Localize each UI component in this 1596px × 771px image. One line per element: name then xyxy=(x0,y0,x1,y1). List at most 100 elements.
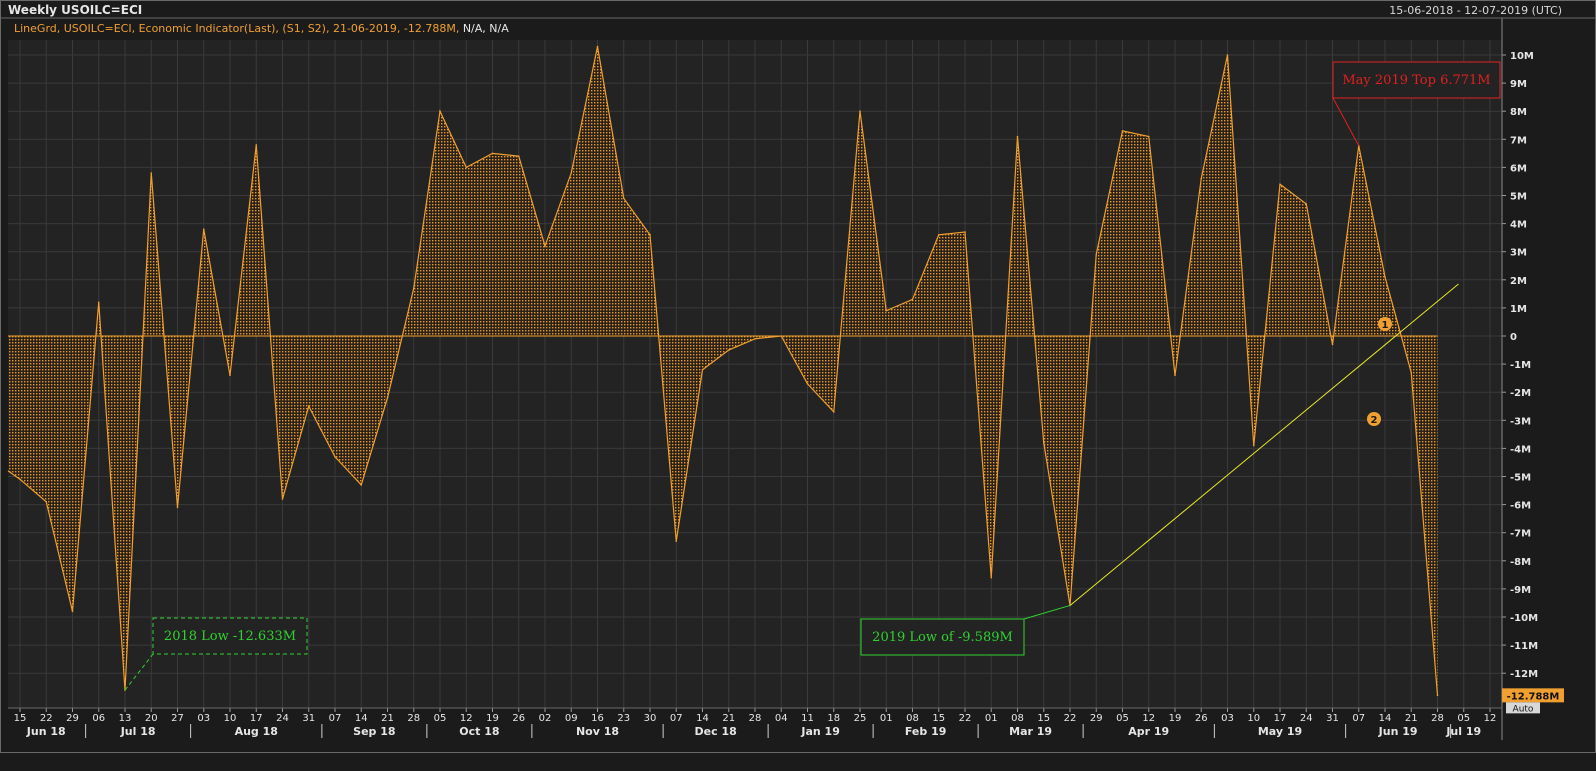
month-label: Aug 18 xyxy=(235,725,278,738)
x-tick-label: 22 xyxy=(1064,713,1077,724)
y-tick-label: 7M xyxy=(1510,135,1527,146)
x-tick-label: 22 xyxy=(959,713,972,724)
x-tick-label: 12 xyxy=(460,713,473,724)
marker-1-label: 1 xyxy=(1382,320,1389,331)
y-tick-label: 10M xyxy=(1510,51,1534,62)
low-2018-label: 2018 Low -12.633M xyxy=(164,629,296,644)
data-point xyxy=(964,231,966,233)
x-tick-label: 14 xyxy=(696,713,709,724)
y-tick-label: -1M xyxy=(1510,360,1531,371)
y-tick-label: -5M xyxy=(1510,473,1531,484)
y-tick-label: -2M xyxy=(1510,388,1531,399)
data-point xyxy=(1016,135,1019,138)
x-tick-label: 31 xyxy=(302,713,315,724)
x-tick-label: 21 xyxy=(722,713,735,724)
data-point xyxy=(517,155,520,157)
x-tick-label: 20 xyxy=(145,713,158,724)
y-tick-label: -8M xyxy=(1510,557,1531,568)
x-tick-label: 05 xyxy=(1457,713,1470,724)
data-point xyxy=(176,506,179,509)
data-point xyxy=(97,301,100,304)
low-2019-label: 2019 Low of -9.589M xyxy=(872,630,1013,645)
x-tick-label: 26 xyxy=(512,713,525,724)
x-tick-label: 09 xyxy=(565,713,578,724)
x-tick-label: 29 xyxy=(66,713,79,724)
x-tick-label: 27 xyxy=(171,713,184,724)
data-point xyxy=(1410,371,1413,374)
data-point xyxy=(281,498,284,500)
chart-title: Weekly USOILC=ECI xyxy=(8,3,143,17)
x-tick-label: 15 xyxy=(932,713,945,724)
x-tick-label: 15 xyxy=(14,713,27,724)
x-tick-label: 25 xyxy=(854,713,867,724)
data-point xyxy=(412,287,415,290)
x-tick-label: 05 xyxy=(434,713,447,724)
x-tick-label: 01 xyxy=(985,713,998,724)
data-point xyxy=(1200,177,1203,180)
x-tick-label: 02 xyxy=(539,713,552,724)
data-point xyxy=(386,397,389,399)
x-tick-label: 22 xyxy=(40,713,53,724)
x-tick-label: 26 xyxy=(1195,713,1208,724)
month-label: Apr 19 xyxy=(1128,725,1169,738)
y-tick-label: -7M xyxy=(1510,529,1531,540)
data-point xyxy=(937,234,940,236)
x-tick-label: 17 xyxy=(1274,713,1287,724)
month-label: Nov 18 xyxy=(576,725,619,738)
data-point xyxy=(1121,130,1124,132)
x-tick-label: 28 xyxy=(1431,713,1444,724)
x-tick-label: 19 xyxy=(1169,713,1182,724)
x-tick-label: 07 xyxy=(329,713,342,724)
month-label: Jun 18 xyxy=(26,725,66,738)
month-label: Jun 19 xyxy=(1378,725,1418,738)
y-tick-label: 4M xyxy=(1510,220,1527,231)
month-label: Jan 19 xyxy=(800,725,839,738)
data-point xyxy=(649,234,651,236)
x-tick-label: 08 xyxy=(1011,713,1024,724)
y-tick-label: -9M xyxy=(1510,585,1531,596)
data-point xyxy=(544,245,546,247)
x-tick-label: 31 xyxy=(1326,713,1339,724)
data-point xyxy=(1305,203,1308,205)
y-tick-label: 3M xyxy=(1510,248,1527,259)
x-tick-label: 30 xyxy=(644,713,657,724)
x-tick-label: 07 xyxy=(1352,713,1365,724)
y-tick-label: 2M xyxy=(1510,276,1527,287)
top-2019-label: May 2019 Top 6.771M xyxy=(1342,73,1490,88)
data-point xyxy=(465,166,468,169)
y-tick-label: 8M xyxy=(1510,107,1527,118)
data-point xyxy=(1147,135,1150,138)
y-tick-label: -12M xyxy=(1510,669,1538,680)
data-point xyxy=(596,45,599,48)
auto-label: Auto xyxy=(1513,704,1534,714)
x-tick-label: 29 xyxy=(1090,713,1103,724)
data-point xyxy=(334,456,336,458)
x-tick-label: 19 xyxy=(486,713,499,724)
month-label: May 19 xyxy=(1258,725,1302,738)
y-tick-label: -10M xyxy=(1510,613,1538,624)
data-point xyxy=(1384,276,1386,278)
x-tick-label: 17 xyxy=(250,713,263,724)
y-tick-label: -4M xyxy=(1510,444,1531,455)
x-tick-label: 12 xyxy=(1484,713,1497,724)
data-point xyxy=(911,298,914,301)
x-tick-label: 24 xyxy=(276,713,289,724)
month-label: Feb 19 xyxy=(905,725,947,738)
x-tick-label: 08 xyxy=(906,713,919,724)
data-point xyxy=(19,478,21,481)
x-tick-label: 21 xyxy=(1405,713,1418,724)
x-tick-label: 13 xyxy=(119,713,132,724)
data-point xyxy=(1331,343,1334,346)
data-point xyxy=(491,152,494,155)
y-tick-label: 5M xyxy=(1510,192,1527,203)
data-point xyxy=(727,349,730,351)
data-point xyxy=(701,368,704,371)
month-label: Sep 18 xyxy=(353,725,395,738)
data-point xyxy=(1226,54,1229,56)
x-tick-label: 12 xyxy=(1142,713,1155,724)
y-tick-label: 6M xyxy=(1510,163,1527,174)
x-tick-label: 28 xyxy=(749,713,762,724)
data-point xyxy=(1279,183,1281,186)
series-legend: LineGrd, USOILC=ECI, Economic Indicator(… xyxy=(14,22,509,35)
y-tick-label: 9M xyxy=(1510,79,1527,90)
